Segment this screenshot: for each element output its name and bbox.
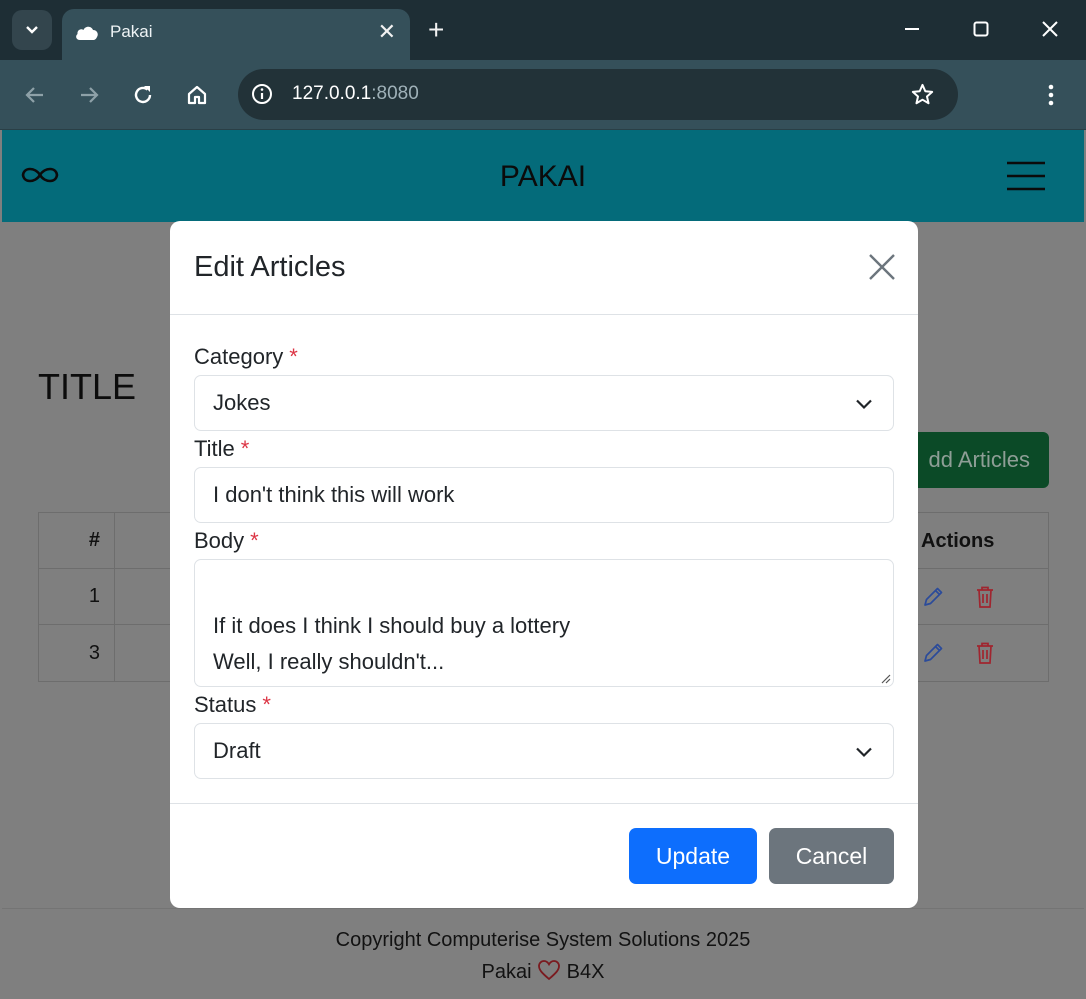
tab-search-button[interactable]: [12, 10, 52, 50]
tab-title: Pakai: [110, 22, 153, 41]
category-label-text: Category: [194, 344, 284, 369]
maximize-button[interactable]: [966, 14, 996, 44]
arrow-right-icon: [81, 87, 99, 103]
home-icon: [187, 85, 207, 105]
edit-articles-modal: Edit Articles Category * Jokes Title * I d…: [170, 221, 918, 908]
modal-title: Edit Articles: [194, 251, 346, 283]
arrow-left-icon: [25, 87, 43, 103]
title-label-text: Title: [194, 436, 235, 461]
footer-pakai: Pakai: [481, 961, 532, 983]
maximize-icon: [973, 21, 989, 37]
heart-icon: [538, 960, 561, 981]
pencil-icon[interactable]: [921, 584, 945, 610]
chevron-down-icon: [856, 399, 872, 410]
status-label: Status *: [194, 692, 271, 718]
title-value: I don't think this will work: [213, 482, 455, 507]
browser-tab[interactable]: Pakai ✕: [62, 9, 410, 60]
home-button[interactable]: [182, 80, 212, 110]
category-value: Jokes: [213, 390, 271, 415]
table-header-num: #: [39, 513, 115, 568]
body-value: If it does I think I should buy a lotter…: [213, 613, 571, 674]
browser-tabbar: Pakai ✕ +: [0, 0, 1086, 60]
close-icon: [1042, 21, 1058, 37]
page-footer: Copyright Computerise System Solutions 2…: [2, 908, 1084, 999]
app-header: PAKAI: [2, 130, 1084, 222]
url-port: :8080: [371, 83, 419, 104]
row-number: 1: [39, 569, 115, 624]
pencil-icon[interactable]: [921, 640, 945, 666]
modal-footer: Update Cancel: [170, 803, 918, 908]
resize-grip-icon[interactable]: [879, 672, 891, 684]
trash-icon[interactable]: [973, 640, 997, 666]
minimize-icon: [905, 28, 919, 30]
status-select[interactable]: Draft: [194, 723, 894, 779]
tab-close-icon[interactable]: ✕: [378, 21, 396, 43]
required-mark: *: [289, 344, 298, 369]
update-button[interactable]: Update: [629, 828, 757, 884]
modal-header: Edit Articles: [170, 221, 918, 315]
body-label: Body *: [194, 528, 259, 554]
url-host: 127.0.0.1: [292, 83, 372, 104]
chevron-down-icon: [856, 747, 872, 758]
table-header-actions: Actions: [921, 530, 995, 552]
info-icon[interactable]: [251, 83, 273, 105]
app-brand: PAKAI: [499, 160, 587, 193]
trash-icon[interactable]: [973, 584, 997, 610]
minimize-button[interactable]: [897, 14, 927, 44]
back-button[interactable]: [20, 80, 50, 110]
required-mark: *: [240, 436, 250, 461]
footer-credit: Pakai B4X: [2, 959, 1084, 984]
title-label: Title *: [194, 436, 249, 462]
body-label-text: Body: [194, 528, 245, 553]
new-tab-button[interactable]: +: [428, 16, 444, 44]
body-textarea[interactable]: If it does I think I should buy a lotter…: [194, 559, 894, 687]
footer-b4x: B4X: [566, 961, 605, 983]
browser-menu-button[interactable]: [1036, 80, 1066, 110]
status-value: Draft: [213, 738, 261, 763]
cloud-icon: [76, 26, 98, 40]
kebab-menu-icon: [1048, 84, 1054, 106]
category-label: Category *: [194, 344, 298, 370]
required-mark: *: [250, 528, 259, 553]
star-icon[interactable]: [910, 82, 935, 107]
address-bar[interactable]: 127.0.0.1:8080: [238, 69, 958, 120]
cancel-button[interactable]: Cancel: [769, 828, 894, 884]
row-number: 3: [39, 625, 115, 681]
chevron-down-icon: [26, 26, 38, 34]
url-text: 127.0.0.1:8080: [292, 83, 419, 105]
window-close-button[interactable]: [1035, 14, 1065, 44]
hamburger-menu-icon[interactable]: [1007, 161, 1045, 191]
browser-toolbar: 127.0.0.1:8080: [0, 60, 1086, 130]
reload-button[interactable]: [128, 80, 158, 110]
category-select[interactable]: Jokes: [194, 375, 894, 431]
status-label-text: Status: [194, 692, 257, 717]
footer-copyright: Copyright Computerise System Solutions 2…: [335, 929, 751, 951]
close-icon[interactable]: [868, 253, 896, 281]
reload-icon: [134, 86, 152, 104]
title-input[interactable]: I don't think this will work: [194, 467, 894, 523]
page-title: TITLE: [38, 366, 137, 407]
required-mark: *: [262, 692, 271, 717]
forward-button[interactable]: [74, 80, 104, 110]
